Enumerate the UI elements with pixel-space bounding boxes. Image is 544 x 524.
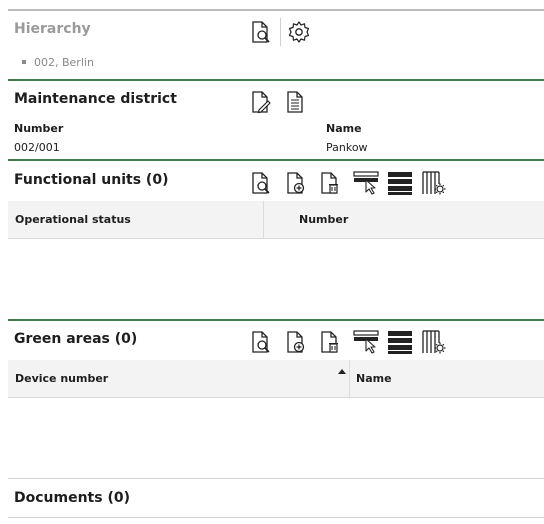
delete-document-icon[interactable] <box>316 329 342 355</box>
column-device-number[interactable]: Device number <box>8 360 348 398</box>
search-document-icon[interactable] <box>247 329 273 355</box>
column-separator[interactable] <box>263 201 264 239</box>
toolbar-separator <box>280 18 281 46</box>
green-areas-table-header: Device number Name <box>8 360 544 398</box>
delete-document-icon[interactable] <box>316 170 342 196</box>
document-icon[interactable] <box>282 89 308 115</box>
name-value: Pankow <box>326 141 368 154</box>
column-name[interactable]: Name <box>349 360 544 398</box>
documents-rule <box>8 478 544 479</box>
number-value: 002/001 <box>14 141 60 154</box>
maintenance-title: Maintenance district <box>14 91 177 107</box>
tree-bullet-icon <box>22 60 26 64</box>
hierarchy-title: Hierarchy <box>14 21 91 37</box>
documents-bottom-rule <box>8 517 544 518</box>
maintenance-rule <box>8 79 544 81</box>
add-document-icon[interactable] <box>282 170 308 196</box>
column-number[interactable]: Number <box>292 201 544 239</box>
hierarchy-item[interactable]: 002, Berlin <box>22 56 94 69</box>
top-rule <box>8 9 544 11</box>
column-settings-icon[interactable] <box>421 329 447 355</box>
green-areas-title: Green areas (0) <box>14 331 138 347</box>
column-operational-status[interactable]: Operational status <box>8 201 263 239</box>
list-view-icon[interactable] <box>387 329 413 355</box>
add-document-icon[interactable] <box>282 329 308 355</box>
green-areas-rule <box>8 319 544 321</box>
functional-units-rule <box>8 159 544 161</box>
select-rows-icon[interactable] <box>353 170 379 196</box>
edit-document-icon[interactable] <box>247 89 273 115</box>
settings-gear-icon[interactable] <box>286 19 312 45</box>
sort-ascending-icon[interactable] <box>338 369 346 374</box>
functional-units-table-header: Operational status Number <box>8 201 544 239</box>
search-document-icon[interactable] <box>247 19 273 45</box>
select-rows-icon[interactable] <box>353 329 379 355</box>
column-settings-icon[interactable] <box>421 170 447 196</box>
documents-title: Documents (0) <box>14 490 130 506</box>
functional-units-title: Functional units (0) <box>14 172 169 188</box>
hierarchy-item-label: 002, Berlin <box>34 56 94 69</box>
list-view-icon[interactable] <box>387 170 413 196</box>
name-label: Name <box>326 122 362 135</box>
number-label: Number <box>14 122 64 135</box>
search-document-icon[interactable] <box>247 170 273 196</box>
